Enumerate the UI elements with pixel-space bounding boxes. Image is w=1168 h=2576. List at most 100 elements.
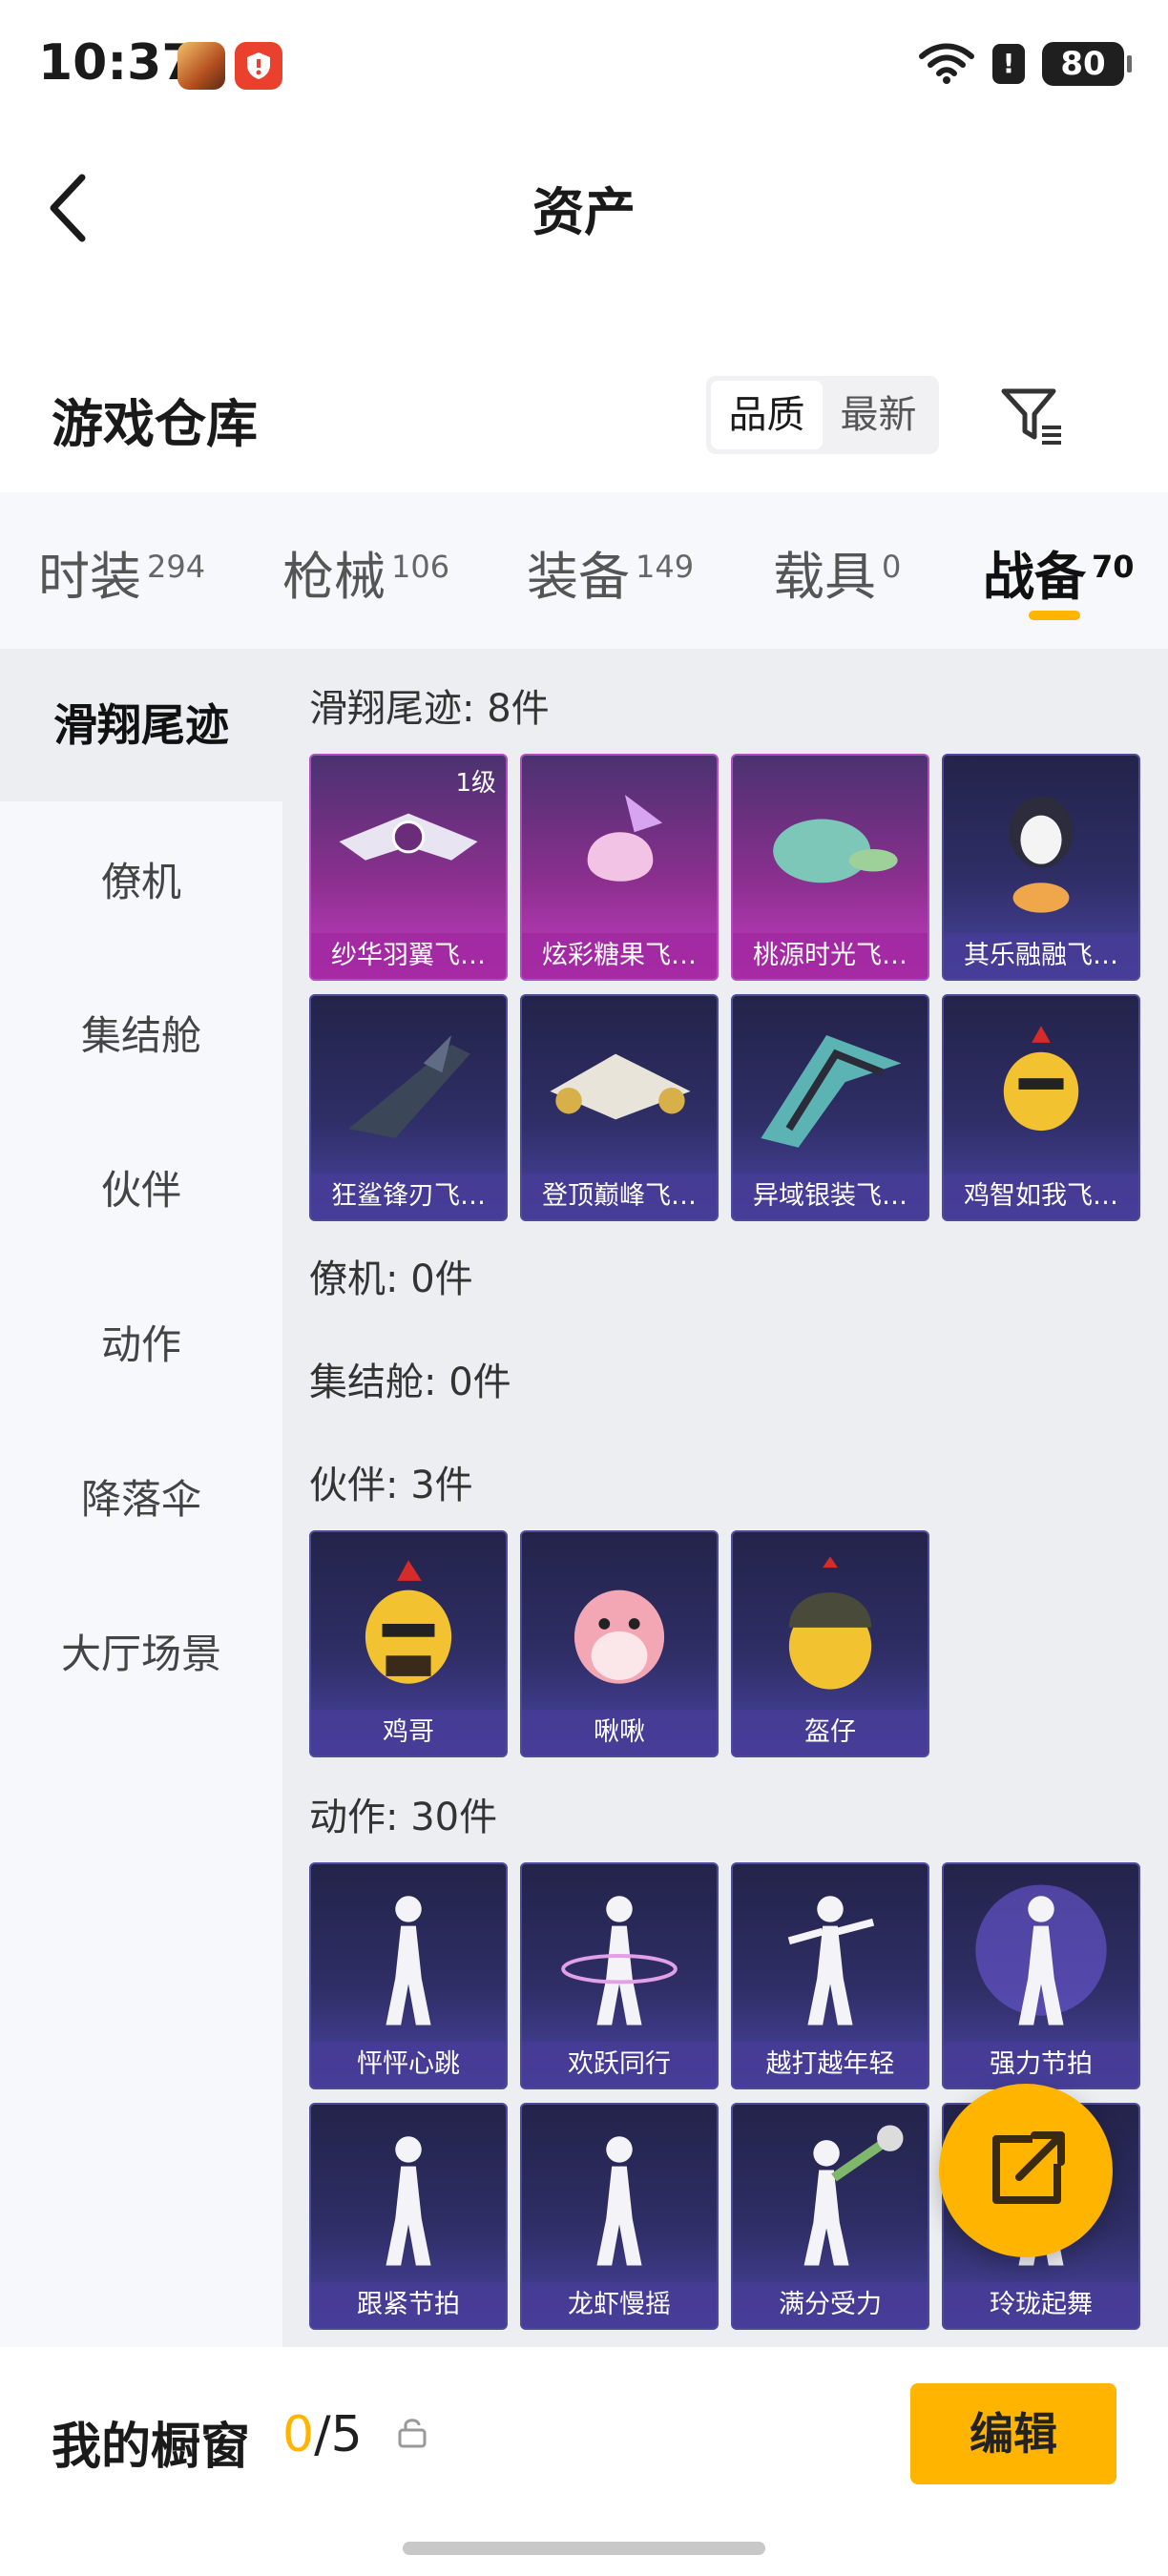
warehouse-title: 游戏仓库 [52, 394, 258, 454]
item-card[interactable]: 鸡智如我飞… [942, 994, 1140, 1221]
item-card[interactable]: 龙虾慢摇 [520, 2103, 719, 2330]
item-label: 盔仔 [733, 1710, 928, 1755]
home-indicator[interactable] [403, 2542, 765, 2555]
tab-count: 70 [1092, 549, 1135, 585]
shark-trail-art [348, 1035, 470, 1138]
side-nav: 滑翔尾迹 僚机 集结舱 伙伴 动作 降落伞 大厅场景 [0, 649, 282, 2347]
tab-war-supplies[interactable]: 战备 70 [983, 534, 1135, 610]
lock-icon [398, 2419, 427, 2448]
item-label: 炫彩糖果飞… [522, 933, 717, 979]
item-card[interactable]: 狂鲨锋刃飞… [309, 994, 508, 1221]
item-label: 纱华羽翼飞… [311, 933, 506, 979]
item-card[interactable]: 强力节拍 [942, 1862, 1140, 2089]
item-card[interactable]: 1级 纱华羽翼飞… [309, 754, 508, 981]
showcase-current: 0 [282, 2406, 315, 2463]
item-label: 跟紧节拍 [311, 2282, 506, 2328]
dancer-emote-art [561, 1896, 678, 2025]
level-badge: 1级 [455, 769, 496, 798]
item-label: 登顶巅峰飞… [522, 1174, 717, 1219]
penguin-trail-art [1009, 797, 1074, 913]
bird-partner-art [574, 1589, 665, 1684]
candy-trail-art [587, 795, 663, 882]
dancer-emote-art [975, 1884, 1107, 2025]
item-card[interactable]: 其乐融融飞… [942, 754, 1140, 981]
alert-icon: ! [992, 44, 1025, 84]
category-tabs: 时装 294 枪械 106 装备 149 载具 0 战备 70 [0, 492, 1168, 649]
chicken-trail-art [1003, 1026, 1079, 1132]
sidebar-item-parachute[interactable]: 降落伞 [0, 1423, 282, 1576]
tab-label: 载具 [773, 547, 876, 607]
sidebar-item-glide-trail[interactable]: 滑翔尾迹 [0, 649, 282, 801]
game-app-icon [177, 42, 225, 90]
filter-button[interactable] [998, 382, 1067, 450]
item-card[interactable]: 桃源时光飞… [731, 754, 929, 981]
dancer-emote-art [803, 2125, 904, 2266]
battery-icon: 80 [1042, 42, 1132, 86]
showcase-bar: 我的橱窗 0/5 编辑 [0, 2347, 1168, 2576]
item-card[interactable]: 登顶巅峰飞… [520, 994, 719, 1221]
tab-count: 294 [147, 549, 206, 585]
nav-bar: 资产 [0, 134, 1168, 277]
edit-button[interactable]: 编辑 [910, 2383, 1116, 2484]
item-label: 啾啾 [522, 1710, 717, 1755]
item-label: 满分受力 [733, 2282, 928, 2328]
item-card[interactable]: 啾啾 [520, 1530, 719, 1757]
tab-equipment[interactable]: 装备 149 [527, 534, 694, 610]
sidebar-item-lobby-scene[interactable]: 大厅场景 [0, 1578, 282, 1731]
tab-fashion[interactable]: 时装 294 [38, 534, 205, 610]
tab-vehicles[interactable]: 载具 0 [773, 534, 901, 610]
lotus-trail-art [773, 819, 898, 883]
page-title: 资产 [532, 182, 636, 242]
tab-weapons[interactable]: 枪械 106 [282, 534, 449, 610]
status-time: 10:37 [38, 34, 197, 92]
dancer-emote-art [787, 1896, 875, 2025]
share-button[interactable] [939, 2084, 1113, 2257]
status-bar: 10:37 ! 80 [0, 0, 1168, 134]
item-label: 异域银装飞… [733, 1174, 928, 1219]
section-title-wingman: 僚机: 0件 [309, 1257, 473, 1301]
item-card[interactable]: 鸡哥 [309, 1530, 508, 1757]
tab-count: 106 [391, 549, 450, 585]
item-card[interactable]: 盔仔 [731, 1530, 929, 1757]
item-label: 龙虾慢摇 [522, 2282, 717, 2328]
sidebar-item-partner[interactable]: 伙伴 [0, 1114, 282, 1267]
wifi-icon [919, 43, 974, 84]
section-title-emotes: 动作: 30件 [309, 1796, 498, 1839]
item-card[interactable]: 怦怦心跳 [309, 1862, 508, 2089]
item-label: 玲珑起舞 [944, 2282, 1138, 2328]
item-card[interactable]: 满分受力 [731, 2103, 929, 2330]
tab-label: 枪械 [282, 547, 386, 607]
item-card[interactable]: 炫彩糖果飞… [520, 754, 719, 981]
active-tab-indicator [1029, 611, 1080, 620]
sort-latest-option[interactable]: 最新 [823, 381, 934, 449]
tab-count: 0 [882, 549, 902, 585]
section-title-partners: 伙伴: 3件 [309, 1464, 473, 1507]
item-card[interactable]: 越打越年轻 [731, 1862, 929, 2089]
item-label: 欢跃同行 [522, 2042, 717, 2088]
item-card[interactable]: 跟紧节拍 [309, 2103, 508, 2330]
dancer-emote-art [386, 2136, 431, 2266]
showcase-count: 0/5 [282, 2406, 363, 2463]
showcase-label: 我的橱窗 [52, 2419, 251, 2476]
item-card[interactable]: 异域银装飞… [731, 994, 929, 1221]
item-label: 桃源时光飞… [733, 933, 928, 979]
share-icon [992, 2131, 1065, 2204]
tab-label: 装备 [527, 547, 630, 607]
helmet-partner-art [788, 1556, 872, 1690]
section-title-trails: 滑翔尾迹: 8件 [309, 687, 550, 731]
sidebar-item-wingman[interactable]: 僚机 [0, 806, 282, 959]
showcase-total: /5 [314, 2406, 363, 2463]
item-card[interactable]: 欢跃同行 [520, 1862, 719, 2089]
chicken-partner-art [365, 1560, 452, 1684]
sort-quality-option[interactable]: 品质 [711, 381, 823, 449]
sidebar-item-emote[interactable]: 动作 [0, 1269, 282, 1422]
tab-count: 149 [636, 549, 695, 585]
item-label: 怦怦心跳 [311, 2042, 506, 2088]
section-title-capsule: 集结舱: 0件 [309, 1361, 511, 1404]
sidebar-item-capsule[interactable]: 集结舱 [0, 960, 282, 1112]
sort-toggle: 品质 最新 [706, 376, 939, 454]
silver-trail-art [761, 1035, 902, 1148]
item-label: 越打越年轻 [733, 2042, 928, 2088]
item-label: 鸡哥 [311, 1710, 506, 1755]
item-label: 狂鲨锋刃飞… [311, 1174, 506, 1219]
